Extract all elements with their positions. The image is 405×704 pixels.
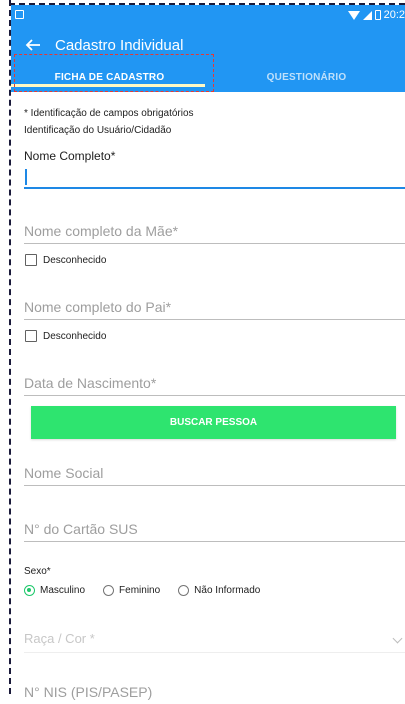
status-bar: 20:2 — [11, 5, 405, 27]
nome-completo-label: Nome Completo* — [24, 149, 116, 163]
tab-questionario[interactable]: QUESTIONÁRIO — [208, 63, 405, 92]
notification-icon — [15, 10, 24, 19]
radio-label: Feminino — [119, 585, 161, 596]
raca-cor-select[interactable]: Raça / Cor * — [24, 626, 405, 650]
radio-unchecked-icon — [178, 585, 190, 596]
radio-label: Não Informado — [194, 585, 261, 596]
data-nascimento-input[interactable] — [24, 371, 405, 395]
sexo-masculino-radio[interactable]: Masculino — [24, 585, 85, 596]
checkbox-label: Desconhecido — [43, 330, 107, 342]
nome-completo-input[interactable] — [24, 165, 405, 189]
required-fields-hint: * Identificação de campos obrigatórios — [24, 108, 194, 119]
nome-social-input[interactable] — [24, 461, 405, 485]
frame-border-left — [9, 0, 11, 694]
mae-desconhecido-checkbox[interactable]: Desconhecido — [25, 254, 106, 266]
app-bar: 20:2 Cadastro Individual FICHA DE CADAST… — [11, 5, 405, 92]
data-nascimento-underline — [24, 395, 405, 396]
text-caret — [25, 169, 27, 185]
toolbar: Cadastro Individual — [11, 29, 405, 61]
raca-cor-placeholder: Raça / Cor * — [24, 630, 95, 646]
chevron-down-icon — [392, 633, 403, 643]
status-indicators: 20:2 — [347, 9, 405, 21]
nome-completo-underline — [24, 187, 405, 189]
nis-input[interactable] — [24, 680, 405, 704]
checkbox-label: Desconhecido — [43, 254, 107, 266]
sexo-feminino-radio[interactable]: Feminino — [103, 585, 160, 596]
nome-pai-input[interactable] — [24, 295, 405, 319]
buscar-pessoa-button[interactable]: BUSCAR PESSOA — [31, 406, 396, 439]
pai-desconhecido-checkbox[interactable]: Desconhecido — [25, 330, 106, 342]
tab-ficha-de-cadastro[interactable]: FICHA DE CADASTRO — [11, 63, 208, 92]
section-title: Identificação do Usuário/Cidadão — [24, 125, 172, 136]
form-content: * Identificação de campos obrigatórios I… — [11, 92, 405, 704]
battery-icon — [374, 10, 381, 20]
signal-icon — [362, 10, 372, 20]
nome-mae-underline — [24, 243, 405, 244]
tab-indicator — [10, 84, 205, 87]
tab-bar: FICHA DE CADASTRO QUESTIONÁRIO — [11, 63, 405, 92]
status-time: 20:2 — [383, 9, 405, 21]
frame-border-top — [9, 3, 405, 5]
page-title: Cadastro Individual — [55, 36, 184, 54]
sexo-label: Sexo* — [24, 566, 51, 577]
raca-cor-underline — [24, 652, 405, 653]
checkbox-box — [25, 330, 37, 342]
cartao-sus-underline — [24, 541, 405, 542]
sexo-radio-group: Masculino Feminino Não Informado — [24, 585, 260, 596]
radio-unchecked-icon — [103, 585, 115, 596]
nome-pai-underline — [24, 319, 405, 320]
checkbox-box — [25, 254, 37, 266]
cartao-sus-input[interactable] — [24, 517, 405, 541]
nome-mae-input[interactable] — [24, 219, 405, 243]
wifi-icon — [347, 10, 360, 20]
radio-label: Masculino — [40, 585, 86, 596]
sexo-nao-informado-radio[interactable]: Não Informado — [178, 585, 260, 596]
nome-social-underline — [24, 485, 405, 486]
back-arrow-icon[interactable] — [21, 33, 45, 57]
radio-checked-icon — [24, 585, 35, 596]
